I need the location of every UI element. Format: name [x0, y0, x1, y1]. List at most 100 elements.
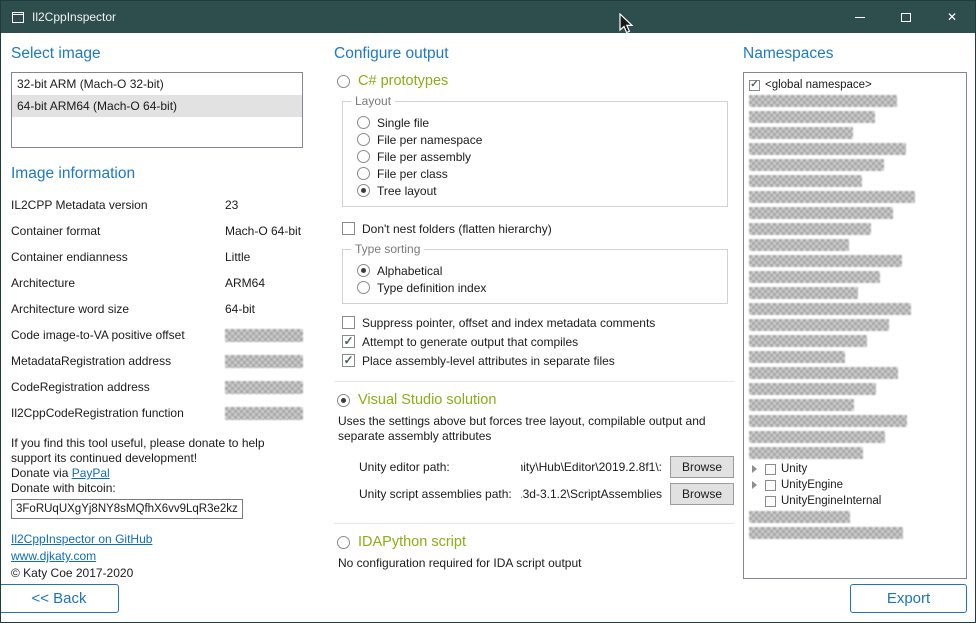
layout-option[interactable]: File per class — [357, 165, 715, 182]
namespace-item[interactable] — [749, 397, 966, 413]
namespace-checkbox[interactable] — [765, 464, 776, 475]
minimize-button[interactable] — [837, 1, 883, 33]
namespace-item[interactable] — [749, 301, 966, 317]
redacted-namespace — [749, 383, 876, 395]
radio-icon — [357, 116, 370, 129]
image-list-item[interactable]: 32-bit ARM (Mach-O 32-bit) — [12, 73, 302, 95]
namespace-item[interactable] — [749, 253, 966, 269]
links-block: Il2CppInspector on GitHub www.djkaty.com… — [11, 531, 303, 581]
csharp-prototypes-radio[interactable]: C# prototypes — [337, 73, 734, 89]
browse-button[interactable]: Browse — [670, 483, 734, 505]
namespace-item[interactable]: Unity — [749, 461, 966, 477]
browse-button[interactable]: Browse — [670, 456, 734, 478]
namespace-item[interactable] — [749, 125, 966, 141]
checkbox-label: Attempt to generate output that compiles — [362, 335, 578, 349]
redacted-namespace — [749, 367, 898, 379]
expander-icon[interactable] — [749, 481, 760, 489]
redacted-value — [225, 381, 303, 394]
image-list[interactable]: 32-bit ARM (Mach-O 32-bit)64-bit ARM64 (… — [11, 72, 303, 148]
bitcoin-address-input[interactable] — [11, 499, 243, 519]
layout-option[interactable]: File per namespace — [357, 131, 715, 148]
expander-icon[interactable] — [749, 465, 760, 473]
namespaces-list[interactable]: <global namespace> Unity UnityEngine UnityE… — [743, 72, 967, 579]
output-checkbox-row[interactable]: Place assembly-level attributes in separ… — [342, 351, 734, 370]
layout-option[interactable]: File per assembly — [357, 148, 715, 165]
namespace-item[interactable] — [749, 445, 966, 461]
namespace-item[interactable] — [749, 317, 966, 333]
close-button[interactable] — [929, 1, 975, 33]
redacted-namespace — [749, 143, 906, 155]
redacted-namespace — [749, 351, 845, 363]
namespace-item[interactable] — [749, 141, 966, 157]
bitcoin-label: Donate with bitcoin: — [11, 481, 301, 496]
redacted-namespace — [749, 431, 885, 443]
export-button[interactable]: Export — [850, 584, 967, 613]
layout-option[interactable]: Single file — [357, 114, 715, 131]
namespace-item[interactable] — [749, 365, 966, 381]
namespace-item[interactable]: UnityEngineInternal — [749, 493, 966, 509]
flatten-checkbox-row[interactable]: Don't nest folders (flatten hierarchy) — [342, 220, 734, 237]
paypal-link[interactable]: PayPal — [72, 466, 110, 480]
info-label: Il2CppCodeRegistration function — [11, 406, 225, 420]
minimize-icon — [855, 17, 865, 18]
vs-description: Uses the settings above but forces tree … — [338, 414, 730, 444]
namespace-item[interactable]: UnityEngine — [749, 477, 966, 493]
github-link[interactable]: Il2CppInspector on GitHub — [11, 532, 152, 546]
namespace-checkbox[interactable] — [765, 496, 776, 507]
namespace-item[interactable] — [749, 189, 966, 205]
radio-icon — [337, 536, 350, 549]
redacted-namespace — [749, 239, 849, 251]
radio-icon — [357, 133, 370, 146]
radio-label: File per class — [377, 167, 448, 181]
image-info-row: Container endiannessLittle — [11, 244, 303, 270]
namespace-item[interactable] — [749, 237, 966, 253]
redacted-namespace — [749, 415, 907, 427]
checkbox-icon — [342, 222, 355, 235]
namespace-item[interactable] — [749, 173, 966, 189]
type-sorting-option[interactable]: Type definition index — [357, 279, 715, 296]
output-checkbox-row[interactable]: Suppress pointer, offset and index metad… — [342, 313, 734, 332]
idapython-radio[interactable]: IDAPython script — [337, 534, 734, 550]
namespace-item[interactable] — [749, 109, 966, 125]
namespace-item[interactable] — [749, 269, 966, 285]
namespace-item[interactable] — [749, 221, 966, 237]
namespaces-heading: Namespaces — [743, 33, 967, 63]
back-button[interactable]: << Back — [0, 584, 119, 613]
checkbox-label: Place assembly-level attributes in separ… — [362, 354, 615, 368]
radio-icon — [357, 167, 370, 180]
output-checkbox-row[interactable]: Attempt to generate output that compiles — [342, 332, 734, 351]
redacted-namespace — [749, 287, 858, 299]
namespace-checkbox[interactable] — [765, 480, 776, 491]
radio-icon — [357, 281, 370, 294]
namespace-item[interactable] — [749, 413, 966, 429]
namespace-item[interactable] — [749, 205, 966, 221]
namespace-item[interactable] — [749, 349, 966, 365]
namespace-item[interactable] — [749, 333, 966, 349]
redacted-value — [225, 407, 303, 420]
ida-description: No configuration required for IDA script… — [338, 556, 734, 570]
app-window: Il2CppInspector Select image 32-bit ARM … — [0, 0, 976, 623]
redacted-namespace — [749, 527, 903, 539]
info-value: Little — [225, 250, 250, 264]
namespace-label: <global namespace> — [765, 79, 872, 91]
layout-option[interactable]: Tree layout — [357, 182, 715, 199]
namespace-item[interactable]: <global namespace> — [749, 77, 966, 93]
website-link[interactable]: www.djkaty.com — [11, 549, 96, 563]
image-list-item[interactable]: 64-bit ARM64 (Mach-O 64-bit) — [12, 95, 302, 117]
namespace-item[interactable] — [749, 509, 966, 525]
namespace-checkbox[interactable] — [749, 80, 760, 91]
namespace-item[interactable] — [749, 157, 966, 173]
type-sorting-option[interactable]: Alphabetical — [357, 262, 715, 279]
configure-panel: Configure output C# prototypes Layout Si… — [334, 33, 734, 622]
namespace-item[interactable] — [749, 525, 966, 541]
namespace-label: UnityEngine — [781, 479, 843, 491]
radio-icon — [357, 150, 370, 163]
namespace-item[interactable] — [749, 285, 966, 301]
namespace-item[interactable] — [749, 429, 966, 445]
maximize-button[interactable] — [883, 1, 929, 33]
info-label: CodeRegistration address — [11, 380, 225, 394]
namespace-item[interactable] — [749, 381, 966, 397]
visual-studio-radio[interactable]: Visual Studio solution — [337, 392, 734, 408]
namespace-item[interactable] — [749, 93, 966, 109]
paypal-prefix: Donate via — [11, 466, 72, 480]
